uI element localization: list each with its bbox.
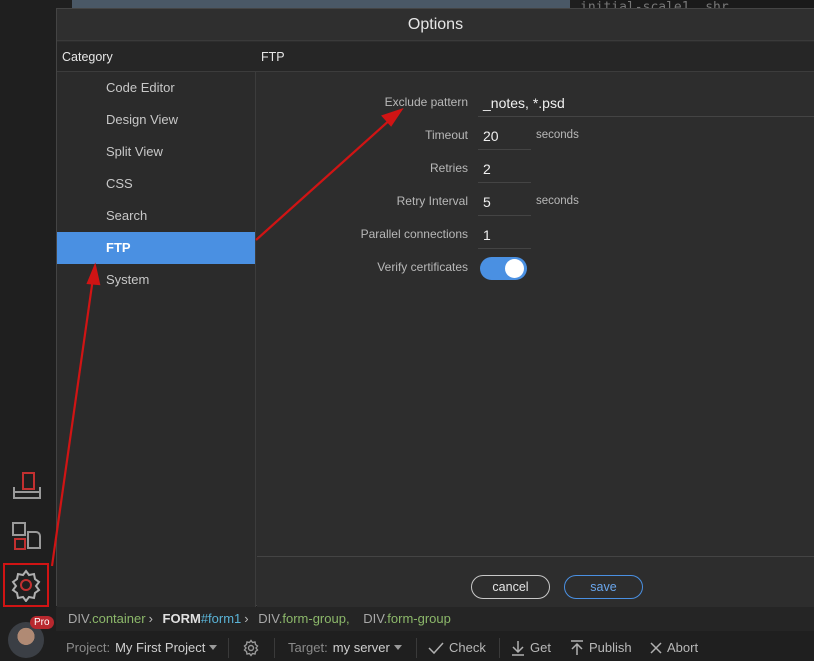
gear-icon[interactable] — [3, 563, 49, 607]
left-rail: Pro — [0, 0, 56, 661]
app-window: initial-scale1, shr Pro Options Category… — [0, 0, 814, 661]
toggle-knob — [505, 259, 524, 278]
category-item-code-editor[interactable]: Code Editor — [57, 72, 255, 104]
verify-certificates-row: Verify certificates — [257, 251, 814, 284]
dialog-footer: cancel save — [257, 556, 814, 607]
save-button[interactable]: save — [564, 575, 643, 599]
retry-interval-input[interactable]: 5 — [478, 189, 531, 216]
category-item-split-view[interactable]: Split View — [57, 136, 255, 168]
check-button[interactable]: Check — [428, 634, 486, 661]
target-select[interactable]: Target: my server — [288, 634, 402, 661]
parallel-connections-input[interactable]: 1 — [478, 222, 531, 249]
pro-badge: Pro — [30, 616, 54, 629]
retries-input[interactable]: 2 — [478, 156, 531, 183]
upload-arrow-icon — [571, 639, 583, 655]
check-icon — [428, 641, 444, 654]
abort-button[interactable]: Abort — [650, 634, 698, 661]
close-icon — [650, 641, 662, 654]
section-header: FTP — [256, 42, 814, 72]
retries-label: Retries — [429, 161, 468, 175]
timeout-row: Timeout 20 seconds — [257, 119, 814, 152]
cancel-button[interactable]: cancel — [471, 575, 550, 599]
chevron-right-icon: › — [244, 611, 249, 626]
category-item-search[interactable]: Search — [57, 200, 255, 232]
category-item-system[interactable]: System — [57, 264, 255, 296]
breadcrumb: DIV.container › FORM#form1 › DIV.form-grou… — [56, 607, 814, 631]
verify-certificates-toggle[interactable] — [480, 257, 527, 280]
options-dialog: Options Category FTP Code Editor Design … — [56, 8, 814, 607]
breadcrumb-item-div-container[interactable]: DIV.container — [68, 611, 146, 626]
parallel-connections-row: Parallel connections 1 — [257, 218, 814, 251]
chevron-right-icon: › — [148, 611, 153, 626]
category-item-design-view[interactable]: Design View — [57, 104, 255, 136]
parallel-connections-label: Parallel connections — [360, 227, 468, 241]
retry-interval-unit: seconds — [536, 195, 579, 207]
exclude-pattern-input[interactable]: _notes, *.psd — [478, 90, 814, 117]
publish-button[interactable]: Publish — [570, 634, 632, 661]
timeout-input[interactable]: 20 — [478, 123, 531, 150]
retry-interval-label: Retry Interval — [396, 194, 468, 208]
dialog-title: Options — [57, 9, 814, 41]
get-button[interactable]: Get — [511, 634, 551, 661]
retries-row: Retries 2 — [257, 152, 814, 185]
download-arrow-icon — [512, 640, 524, 656]
category-header: Category — [57, 42, 256, 72]
exclude-pattern-row: Exclude pattern _notes, *.psd — [257, 86, 814, 119]
breadcrumb-item-form-group-2[interactable]: DIV.form-group — [363, 611, 451, 626]
caret-down-icon — [209, 645, 218, 650]
breadcrumb-item-form[interactable]: FORM#form1 — [163, 611, 242, 626]
file-download-icon[interactable] — [8, 468, 46, 506]
caret-down-icon — [393, 645, 402, 650]
ftp-settings-panel: Exclude pattern _notes, *.psd Timeout 20… — [257, 72, 814, 607]
project-settings-icon[interactable] — [242, 634, 265, 661]
toolbar-divider — [228, 638, 229, 658]
bottom-toolbar: Project: My First Project Target: my ser… — [56, 634, 814, 661]
toolbar-divider — [499, 638, 500, 658]
exclude-pattern-label: Exclude pattern — [384, 95, 468, 109]
category-item-css[interactable]: CSS — [57, 168, 255, 200]
background-editor-bar — [72, 0, 570, 8]
verify-certificates-label: Verify certificates — [377, 260, 468, 274]
extensions-icon[interactable] — [8, 517, 46, 555]
toolbar-divider — [416, 638, 417, 658]
retry-interval-row: Retry Interval 5 seconds — [257, 185, 814, 218]
breadcrumb-item-form-group-1[interactable]: DIV.form-group, — [258, 611, 349, 626]
timeout-label: Timeout — [425, 128, 468, 142]
timeout-unit: seconds — [536, 129, 579, 141]
project-select[interactable]: Project: My First Project — [66, 634, 218, 661]
category-list: Code Editor Design View Split View CSS S… — [57, 72, 256, 607]
category-item-ftp[interactable]: FTP — [57, 232, 255, 264]
toolbar-divider — [274, 638, 275, 658]
